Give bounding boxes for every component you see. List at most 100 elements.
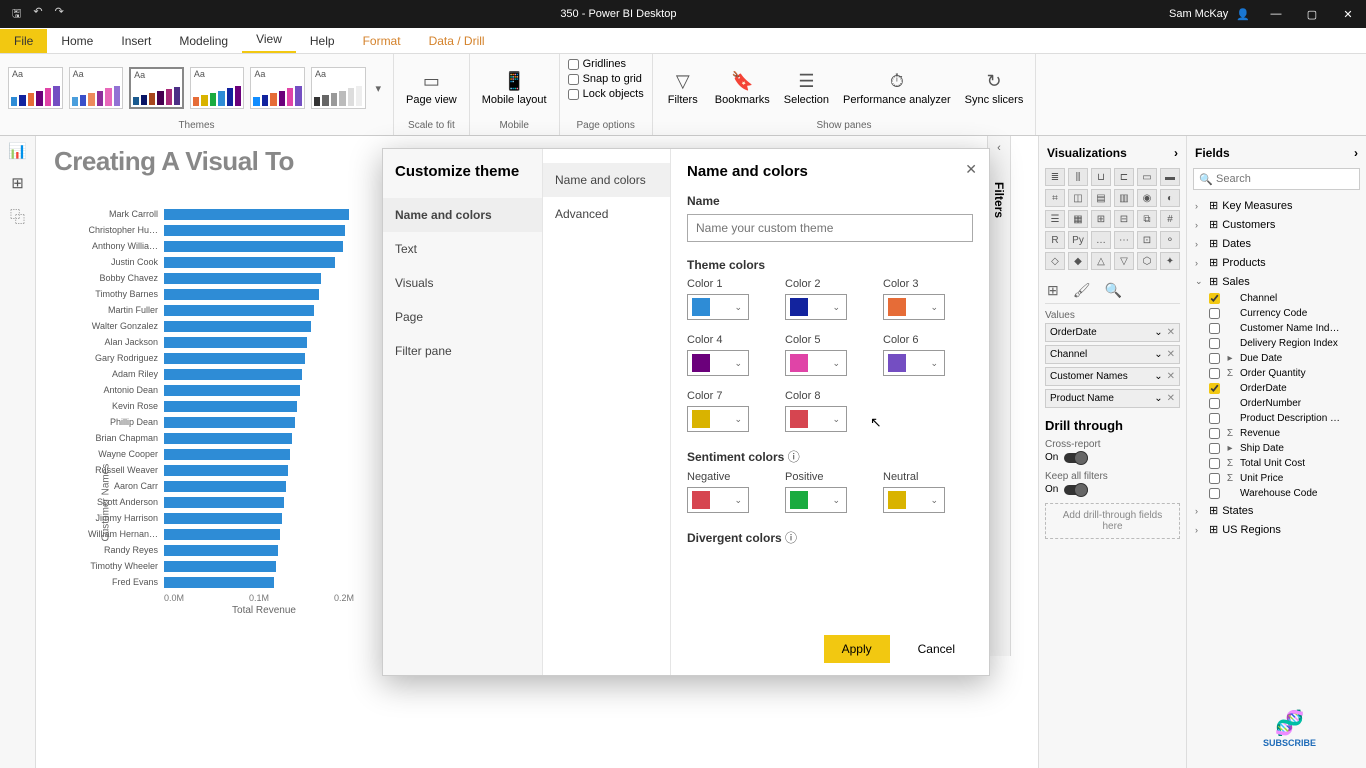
field-column[interactable]: ΣUnit Price — [1193, 471, 1360, 486]
report-view-icon[interactable]: 📊 — [8, 142, 27, 160]
viz-type-button[interactable]: ✦ — [1160, 252, 1180, 270]
viz-type-button[interactable]: ⊔ — [1091, 168, 1111, 186]
viz-type-button[interactable]: R — [1045, 231, 1065, 249]
viz-type-button[interactable]: ▤ — [1091, 189, 1111, 207]
viz-type-button[interactable]: ☰ — [1045, 210, 1065, 228]
theme-swatch[interactable]: Aa — [250, 67, 305, 109]
analytics-tab-icon[interactable]: 🔍 — [1105, 282, 1122, 299]
field-table-header[interactable]: ›⊞Key Measures — [1193, 196, 1360, 215]
tab-home[interactable]: Home — [47, 29, 107, 53]
theme-swatch[interactable]: Aa — [69, 67, 124, 109]
keep-filters-toggle[interactable] — [1064, 485, 1088, 495]
drill-drop-zone[interactable]: Add drill-through fields here — [1045, 503, 1180, 539]
cross-report-toggle[interactable] — [1064, 453, 1088, 463]
undo-icon[interactable]: ↶ — [33, 5, 42, 24]
nav-filter-pane[interactable]: Filter pane — [383, 334, 542, 368]
remove-icon[interactable]: ✕ — [1167, 393, 1175, 404]
tab-file[interactable]: File — [0, 29, 47, 53]
viz-type-button[interactable]: ≣ — [1045, 168, 1065, 186]
theme-swatch[interactable]: Aa — [190, 67, 245, 109]
theme-name-input[interactable] — [687, 214, 973, 242]
format-tab-icon[interactable]: 🖌 — [1073, 282, 1091, 299]
viz-type-button[interactable]: ⫼ — [1068, 168, 1088, 186]
color-picker[interactable]: ⌄ — [785, 294, 847, 320]
minimize-icon[interactable]: — — [1258, 8, 1294, 21]
color-picker[interactable]: ⌄ — [883, 487, 945, 513]
viz-type-button[interactable]: ⊟ — [1114, 210, 1134, 228]
field-column[interactable]: ▸Due Date — [1193, 351, 1360, 366]
color-picker[interactable]: ⌄ — [883, 294, 945, 320]
filters-pane-collapsed[interactable]: ‹ Filters — [987, 136, 1011, 656]
chevron-right-icon[interactable]: › — [1354, 146, 1358, 160]
viz-type-button[interactable]: ▽ — [1114, 252, 1134, 270]
chevron-down-icon[interactable]: ⌄ — [1154, 393, 1162, 404]
field-column[interactable]: OrderDate — [1193, 381, 1360, 396]
filters-button[interactable]: ▽Filters — [661, 69, 705, 108]
apply-button[interactable]: Apply — [824, 635, 890, 663]
viz-type-button[interactable]: ⬡ — [1137, 252, 1157, 270]
field-column[interactable]: Currency Code — [1193, 306, 1360, 321]
field-column[interactable]: Delivery Region Index — [1193, 336, 1360, 351]
nav-name-colors[interactable]: Name and colors — [383, 198, 542, 232]
viz-type-button[interactable]: ⊡ — [1137, 231, 1157, 249]
tab-modeling[interactable]: Modeling — [165, 29, 242, 53]
gridlines-check[interactable]: Gridlines — [568, 58, 626, 70]
close-icon[interactable]: ✕ — [1330, 8, 1366, 21]
viz-type-button[interactable]: # — [1160, 210, 1180, 228]
field-well[interactable]: OrderDate⌄✕ — [1045, 323, 1180, 342]
field-column[interactable]: Customer Name Ind… — [1193, 321, 1360, 336]
tab-view[interactable]: View — [242, 27, 296, 53]
viz-type-button[interactable]: ◉ — [1137, 189, 1157, 207]
viz-type-button[interactable]: Py — [1068, 231, 1088, 249]
field-table-header[interactable]: ⌄⊞Sales — [1193, 272, 1360, 291]
viz-type-button[interactable]: ⧉ — [1137, 210, 1157, 228]
viz-type-button[interactable]: ⌗ — [1045, 189, 1065, 207]
color-picker[interactable]: ⌄ — [785, 487, 847, 513]
field-table-header[interactable]: ›⊞States — [1193, 501, 1360, 520]
tab-data-drill[interactable]: Data / Drill — [415, 29, 499, 53]
close-icon[interactable]: ✕ — [965, 161, 977, 178]
color-picker[interactable]: ⌄ — [785, 406, 847, 432]
selection-button[interactable]: ☰Selection — [780, 69, 833, 108]
viz-type-button[interactable]: ▭ — [1137, 168, 1157, 186]
page-view-button[interactable]: ▭Page view — [402, 69, 461, 108]
chevron-right-icon[interactable]: › — [1174, 146, 1178, 160]
perf-analyzer-button[interactable]: ⏱Performance analyzer — [839, 69, 955, 108]
model-view-icon[interactable]: ⿻ — [10, 206, 25, 227]
avatar-icon[interactable]: 👤 — [1236, 8, 1250, 21]
field-column[interactable]: ΣTotal Unit Cost — [1193, 456, 1360, 471]
viz-type-button[interactable]: ⊏ — [1114, 168, 1134, 186]
lock-check[interactable]: Lock objects — [568, 88, 644, 100]
field-column[interactable]: Product Description … — [1193, 411, 1360, 426]
subscribe-badge[interactable]: 🧬 SUBSCRIBE — [1263, 709, 1316, 748]
viz-type-button[interactable]: ⋯ — [1114, 231, 1134, 249]
nav-text[interactable]: Text — [383, 232, 542, 266]
viz-type-button[interactable]: ⊞ — [1091, 210, 1111, 228]
color-picker[interactable]: ⌄ — [687, 487, 749, 513]
theme-swatch[interactable]: Aa — [129, 67, 184, 109]
field-column[interactable]: OrderNumber — [1193, 396, 1360, 411]
viz-type-button[interactable]: ◫ — [1068, 189, 1088, 207]
field-column[interactable]: Channel — [1193, 291, 1360, 306]
save-icon[interactable]: 🖫 — [12, 5, 21, 24]
fields-tab-icon[interactable]: ⊞ — [1047, 282, 1059, 299]
fields-search-input[interactable] — [1193, 168, 1360, 190]
subnav-name-colors[interactable]: Name and colors — [543, 163, 670, 197]
user-name[interactable]: Sam McKay — [1169, 8, 1228, 20]
field-column[interactable]: Warehouse Code — [1193, 486, 1360, 501]
themes-more-button[interactable]: ▾ — [372, 68, 386, 109]
color-picker[interactable]: ⌄ — [785, 350, 847, 376]
tab-format[interactable]: Format — [349, 29, 415, 53]
field-column[interactable]: ΣOrder Quantity — [1193, 366, 1360, 381]
nav-visuals[interactable]: Visuals — [383, 266, 542, 300]
data-view-icon[interactable]: ⊞ — [11, 174, 24, 192]
cancel-button[interactable]: Cancel — [900, 635, 973, 663]
redo-icon[interactable]: ↷ — [55, 5, 64, 24]
viz-type-button[interactable]: ◐ — [1160, 189, 1180, 207]
theme-swatch[interactable]: Aa — [311, 67, 366, 109]
theme-swatch[interactable]: Aa — [8, 67, 63, 109]
mobile-layout-button[interactable]: 📱Mobile layout — [478, 69, 551, 108]
viz-type-button[interactable]: ◆ — [1068, 252, 1088, 270]
color-picker[interactable]: ⌄ — [883, 350, 945, 376]
viz-type-button[interactable]: ⚬ — [1160, 231, 1180, 249]
